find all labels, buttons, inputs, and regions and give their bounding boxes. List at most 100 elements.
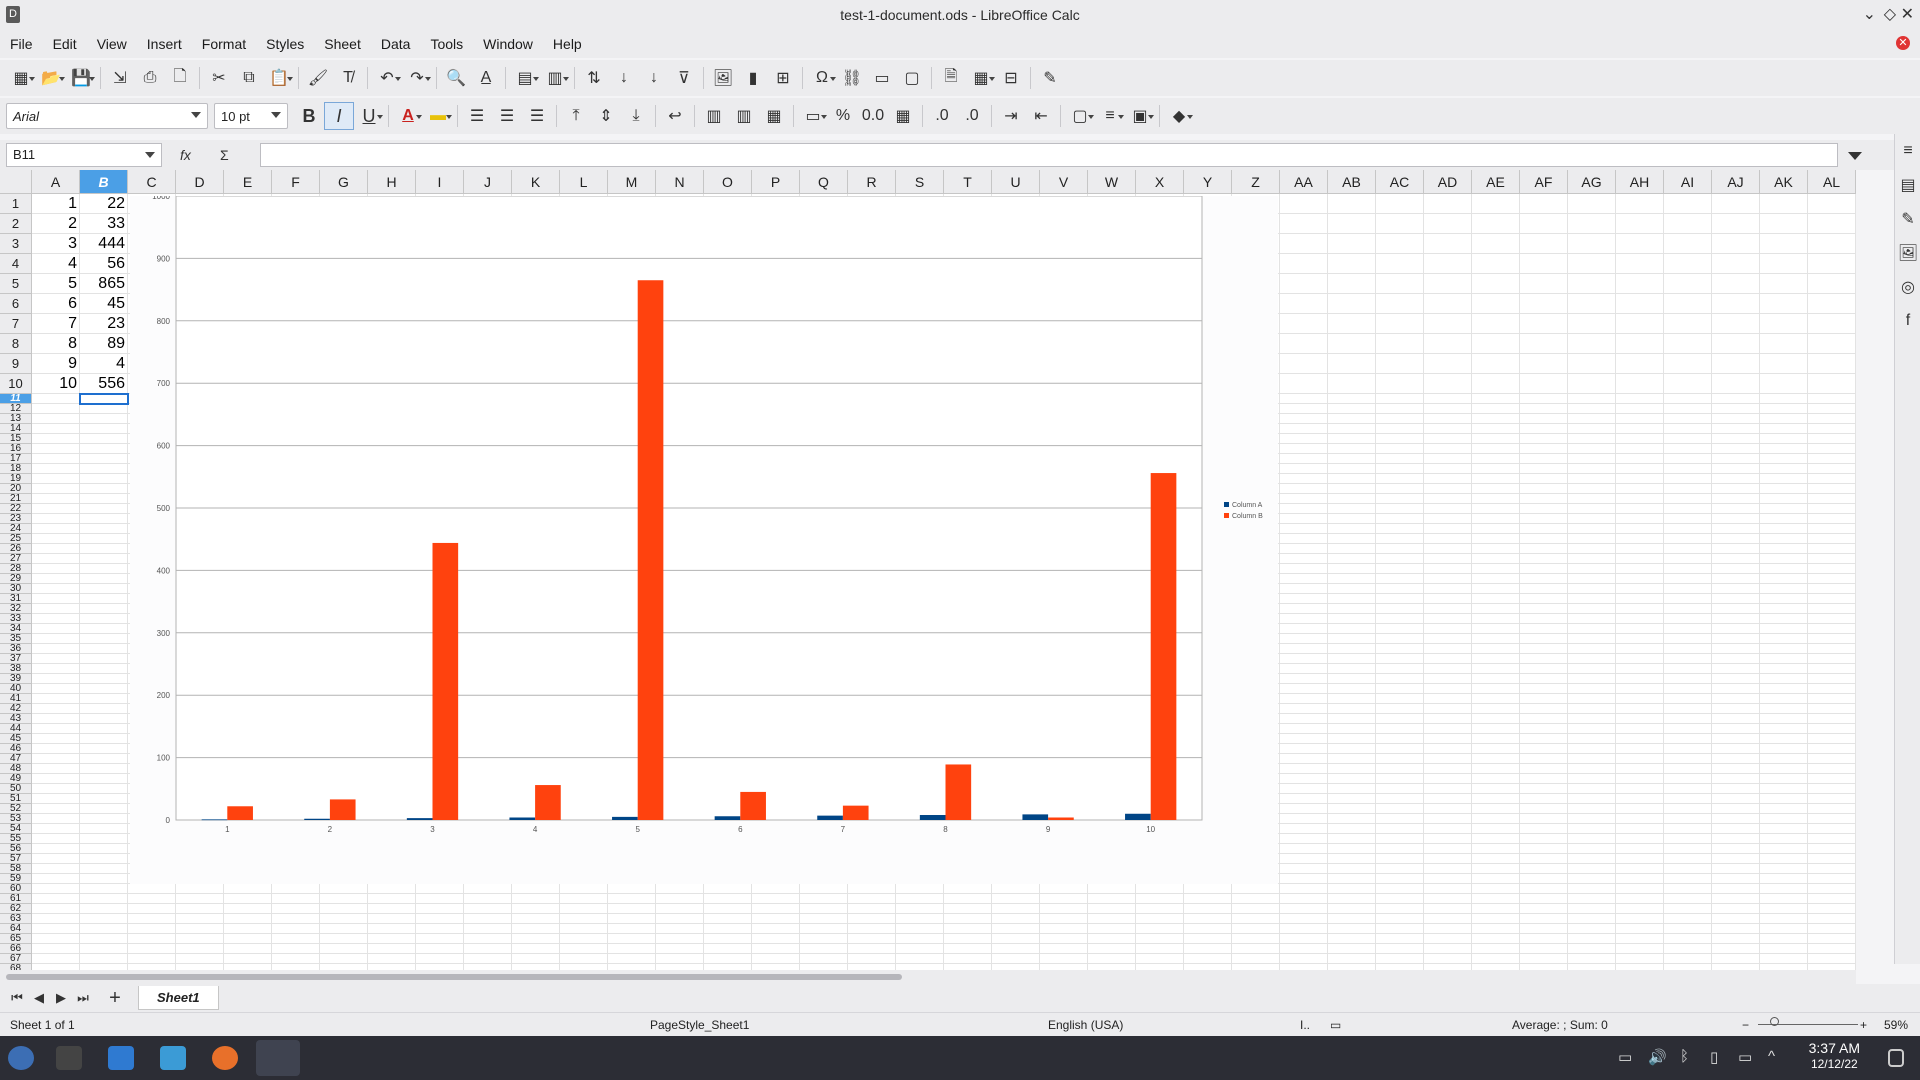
column-header-m[interactable]: M: [608, 170, 656, 194]
row-header-8[interactable]: 8: [0, 334, 32, 354]
file-manager-icon[interactable]: [160, 1046, 186, 1070]
formula-input[interactable]: [260, 143, 1838, 167]
row-header-6[interactable]: 6: [0, 294, 32, 314]
menu-view[interactable]: View: [87, 30, 137, 58]
menu-format[interactable]: Format: [192, 30, 256, 58]
row-header-62[interactable]: 62: [0, 904, 32, 914]
bar-column-a-7[interactable]: [817, 815, 843, 820]
cell-b6[interactable]: 45: [80, 294, 128, 314]
cell-a5[interactable]: 5: [32, 274, 80, 294]
bluetooth-icon[interactable]: ᛒ: [1680, 1048, 1689, 1065]
column-header-v[interactable]: V: [1040, 170, 1088, 194]
horizontal-scrollbar[interactable]: [0, 970, 1856, 984]
row-header-63[interactable]: 63: [0, 914, 32, 924]
row-header-42[interactable]: 42: [0, 704, 32, 714]
find-replace-icon[interactable]: 🔍: [441, 64, 471, 92]
network-icon[interactable]: ▭: [1738, 1048, 1752, 1066]
bar-column-a-10[interactable]: [1125, 813, 1151, 820]
cell-a9[interactable]: 9: [32, 354, 80, 374]
row-header-30[interactable]: 30: [0, 584, 32, 594]
hyperlink-icon[interactable]: ⛓: [837, 64, 867, 92]
row-header-22[interactable]: 22: [0, 504, 32, 514]
libreoffice-task-icon[interactable]: [256, 1040, 300, 1076]
next-sheet-icon[interactable]: ▶: [50, 990, 72, 1006]
row-header-61[interactable]: 61: [0, 894, 32, 904]
battery-icon[interactable]: ▯: [1710, 1048, 1718, 1066]
cut-icon[interactable]: ✂: [204, 64, 234, 92]
bar-column-a-4[interactable]: [509, 817, 536, 820]
row-header-34[interactable]: 34: [0, 624, 32, 634]
sort-icon[interactable]: ⇅: [579, 64, 609, 92]
cell-b9[interactable]: 4: [80, 354, 128, 374]
zoom-out-icon[interactable]: −: [1742, 1018, 1749, 1032]
show-desktop-icon[interactable]: [1888, 1049, 1904, 1067]
column-header-aa[interactable]: AA: [1280, 170, 1328, 194]
column-icon[interactable]: ▥: [540, 64, 570, 92]
column-header-g[interactable]: G: [320, 170, 368, 194]
column-header-ak[interactable]: AK: [1760, 170, 1808, 194]
cell-a8[interactable]: 8: [32, 334, 80, 354]
spelling-icon[interactable]: A̲: [471, 64, 501, 92]
wrap-text-icon[interactable]: ↩: [660, 102, 690, 130]
bar-column-b-1[interactable]: [227, 806, 253, 820]
styles-icon[interactable]: ✎: [1895, 202, 1920, 236]
clone-formatting-icon[interactable]: 🖌: [303, 64, 333, 92]
clear-formatting-icon[interactable]: T̸: [333, 64, 363, 92]
clock[interactable]: 3:37 AM 12/12/22: [1809, 1040, 1860, 1072]
row-header-35[interactable]: 35: [0, 634, 32, 644]
column-header-j[interactable]: J: [464, 170, 512, 194]
center-vertically-icon[interactable]: ⇕: [591, 102, 621, 130]
column-header-ae[interactable]: AE: [1472, 170, 1520, 194]
cell-b2[interactable]: 33: [80, 214, 128, 234]
row-header-43[interactable]: 43: [0, 714, 32, 724]
decrease-indent-icon[interactable]: ⇤: [1026, 102, 1056, 130]
number-format-icon[interactable]: 0.0: [858, 102, 888, 130]
bar-column-b-9[interactable]: [1048, 817, 1074, 820]
row-header-19[interactable]: 19: [0, 474, 32, 484]
row-header-49[interactable]: 49: [0, 774, 32, 784]
font-name-box[interactable]: Arial: [6, 103, 208, 129]
insert-image-icon[interactable]: 🖼: [708, 64, 738, 92]
column-header-i[interactable]: I: [416, 170, 464, 194]
column-header-l[interactable]: L: [560, 170, 608, 194]
zoom-level[interactable]: 59%: [1884, 1018, 1908, 1032]
bar-column-a-8[interactable]: [919, 815, 946, 820]
column-header-x[interactable]: X: [1136, 170, 1184, 194]
export-pdf-icon[interactable]: ⇲: [105, 64, 135, 92]
menu-tools[interactable]: Tools: [420, 30, 473, 58]
cell-b7[interactable]: 23: [80, 314, 128, 334]
chevron-down-icon[interactable]: [271, 112, 281, 118]
align-right-icon[interactable]: ☰: [522, 102, 552, 130]
row-header-65[interactable]: 65: [0, 934, 32, 944]
row-header-56[interactable]: 56: [0, 844, 32, 854]
column-header-b[interactable]: B: [80, 170, 128, 194]
cell-a2[interactable]: 2: [32, 214, 80, 234]
autofilter-icon[interactable]: ⊽: [669, 64, 699, 92]
row-header-28[interactable]: 28: [0, 564, 32, 574]
column-header-q[interactable]: Q: [800, 170, 848, 194]
row-header-36[interactable]: 36: [0, 644, 32, 654]
row-header-20[interactable]: 20: [0, 484, 32, 494]
column-header-y[interactable]: Y: [1184, 170, 1232, 194]
row-header-58[interactable]: 58: [0, 864, 32, 874]
column-header-n[interactable]: N: [656, 170, 704, 194]
chevron-down-icon[interactable]: [145, 152, 155, 158]
bar-column-a-5[interactable]: [612, 816, 638, 820]
column-header-t[interactable]: T: [944, 170, 992, 194]
row-header-23[interactable]: 23: [0, 514, 32, 524]
previous-sheet-icon[interactable]: ◀: [28, 990, 50, 1006]
fedora-menu-icon[interactable]: [8, 1046, 34, 1070]
align-top-icon[interactable]: ⤒: [561, 102, 591, 130]
row-header-52[interactable]: 52: [0, 804, 32, 814]
cell-b8[interactable]: 89: [80, 334, 128, 354]
column-header-k[interactable]: K: [512, 170, 560, 194]
row-header-15[interactable]: 15: [0, 434, 32, 444]
row-header-21[interactable]: 21: [0, 494, 32, 504]
sort-descending-icon[interactable]: ↓: [639, 64, 669, 92]
cell-b4[interactable]: 56: [80, 254, 128, 274]
row-header-67[interactable]: 67: [0, 954, 32, 964]
menu-file[interactable]: File: [0, 30, 43, 58]
bar-column-b-3[interactable]: [432, 542, 459, 820]
column-header-af[interactable]: AF: [1520, 170, 1568, 194]
row-header-40[interactable]: 40: [0, 684, 32, 694]
